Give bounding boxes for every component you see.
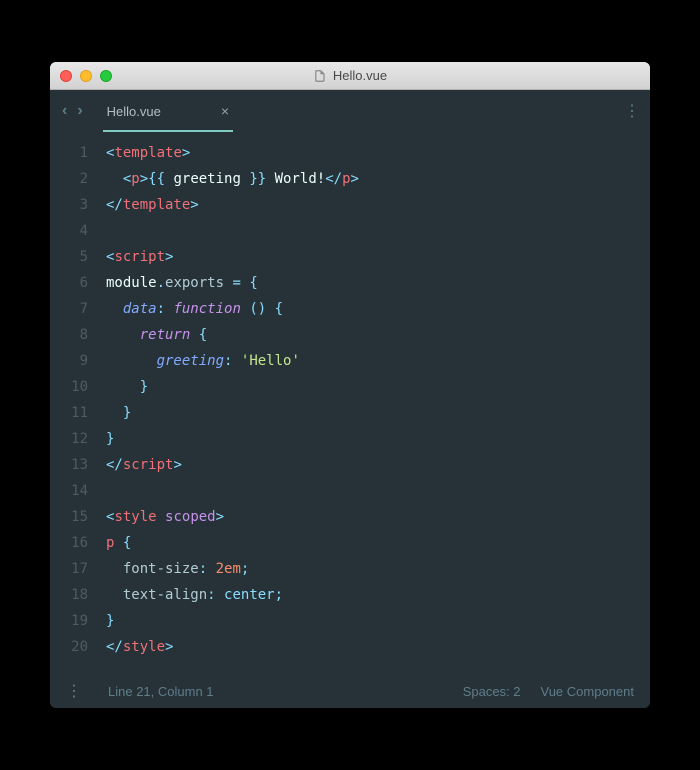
code-line[interactable]: text-align: center; [106, 582, 650, 608]
line-number: 11 [50, 400, 88, 426]
code-line[interactable]: <template> [106, 140, 650, 166]
nav-arrows: ‹ › [62, 102, 83, 120]
line-number: 12 [50, 426, 88, 452]
nav-forward-button[interactable]: › [77, 102, 82, 120]
titlebar: Hello.vue [50, 62, 650, 90]
statusbar-menu-button[interactable]: ⋮ [66, 681, 80, 701]
code-line[interactable]: module.exports = { [106, 270, 650, 296]
line-number: 5 [50, 244, 88, 270]
tab-hello-vue[interactable]: Hello.vue × [107, 90, 229, 132]
line-number-gutter: 1234567891011121314151617181920 [50, 140, 106, 660]
line-number: 16 [50, 530, 88, 556]
syntax-mode[interactable]: Vue Component [541, 684, 634, 699]
code-line[interactable]: } [106, 608, 650, 634]
code-content[interactable]: <template> <p>{{ greeting }} World!</p><… [106, 140, 650, 660]
line-number: 1 [50, 140, 88, 166]
traffic-lights [60, 70, 112, 82]
line-number: 10 [50, 374, 88, 400]
line-number: 15 [50, 504, 88, 530]
minimize-button[interactable] [80, 70, 92, 82]
line-number: 14 [50, 478, 88, 504]
line-number: 19 [50, 608, 88, 634]
code-line[interactable]: </template> [106, 192, 650, 218]
tab-label: Hello.vue [107, 104, 161, 119]
tab-active-indicator [103, 130, 233, 132]
indent-setting[interactable]: Spaces: 2 [463, 684, 521, 699]
tabbar-menu-button[interactable]: ⋮ [624, 101, 638, 121]
window-title-text: Hello.vue [333, 68, 387, 83]
maximize-button[interactable] [100, 70, 112, 82]
line-number: 20 [50, 634, 88, 660]
line-number: 8 [50, 322, 88, 348]
tabbar: ‹ › Hello.vue × ⋮ [50, 90, 650, 132]
code-line[interactable]: } [106, 374, 650, 400]
line-number: 7 [50, 296, 88, 322]
editor-window: Hello.vue ‹ › Hello.vue × ⋮ 123456789101… [50, 62, 650, 708]
line-number: 6 [50, 270, 88, 296]
tab-close-button[interactable]: × [221, 103, 229, 119]
code-line[interactable]: font-size: 2em; [106, 556, 650, 582]
editor-area[interactable]: 1234567891011121314151617181920 <templat… [50, 132, 650, 674]
code-line[interactable]: } [106, 426, 650, 452]
file-icon [313, 68, 327, 84]
code-line[interactable]: return { [106, 322, 650, 348]
close-button[interactable] [60, 70, 72, 82]
line-number: 9 [50, 348, 88, 374]
code-line[interactable]: </style> [106, 634, 650, 660]
line-number: 2 [50, 166, 88, 192]
line-number: 13 [50, 452, 88, 478]
statusbar: ⋮ Line 21, Column 1 Spaces: 2 Vue Compon… [50, 674, 650, 708]
code-line[interactable]: </script> [106, 452, 650, 478]
code-line[interactable]: greeting: 'Hello' [106, 348, 650, 374]
code-line[interactable]: <p>{{ greeting }} World!</p> [106, 166, 650, 192]
code-line[interactable]: data: function () { [106, 296, 650, 322]
nav-back-button[interactable]: ‹ [62, 102, 67, 120]
line-number: 17 [50, 556, 88, 582]
code-line[interactable]: p { [106, 530, 650, 556]
line-number: 18 [50, 582, 88, 608]
code-line[interactable] [106, 478, 650, 504]
code-line[interactable]: <style scoped> [106, 504, 650, 530]
code-line[interactable]: } [106, 400, 650, 426]
window-title: Hello.vue [313, 68, 387, 84]
line-number: 3 [50, 192, 88, 218]
line-number: 4 [50, 218, 88, 244]
code-line[interactable]: <script> [106, 244, 650, 270]
cursor-position[interactable]: Line 21, Column 1 [108, 684, 214, 699]
code-line[interactable] [106, 218, 650, 244]
